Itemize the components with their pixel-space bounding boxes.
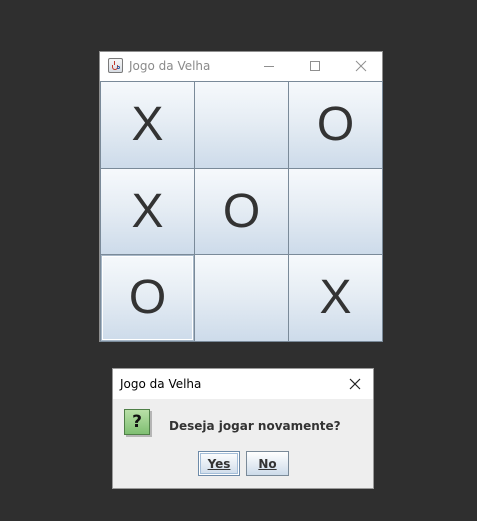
close-icon: [355, 60, 367, 72]
board-cell-9[interactable]: X: [288, 254, 383, 342]
board-cell-4[interactable]: X: [100, 168, 195, 255]
java-cup-icon: [108, 58, 123, 73]
window-titlebar[interactable]: Jogo da Velha: [100, 52, 382, 81]
board-cell-1[interactable]: X: [100, 81, 195, 169]
close-icon: [349, 378, 361, 390]
window-title: Jogo da Velha: [129, 59, 211, 73]
no-button[interactable]: No: [246, 451, 289, 476]
dialog-titlebar[interactable]: Jogo da Velha: [113, 369, 373, 399]
play-again-dialog: Jogo da Velha ? Deseja jogar novamente? …: [112, 368, 374, 489]
board-cell-6[interactable]: [288, 168, 383, 255]
yes-button[interactable]: Yes: [198, 451, 240, 476]
maximize-button[interactable]: [292, 52, 338, 81]
board-cell-7[interactable]: O: [100, 254, 195, 342]
board-cell-8[interactable]: [194, 254, 289, 342]
dialog-message: Deseja jogar novamente?: [169, 419, 341, 433]
dialog-title: Jogo da Velha: [120, 377, 202, 391]
question-icon: ?: [124, 409, 150, 435]
game-board: X O X O O X: [100, 81, 383, 342]
minimize-icon: [264, 66, 274, 67]
minimize-button[interactable]: [246, 52, 292, 81]
board-cell-5[interactable]: O: [194, 168, 289, 255]
board-cell-2[interactable]: [194, 81, 289, 169]
board-cell-3[interactable]: O: [288, 81, 383, 169]
maximize-icon: [310, 61, 320, 71]
game-window: Jogo da Velha X O X O O X: [99, 51, 383, 342]
dialog-close-button[interactable]: [339, 369, 373, 399]
close-button[interactable]: [338, 52, 384, 81]
